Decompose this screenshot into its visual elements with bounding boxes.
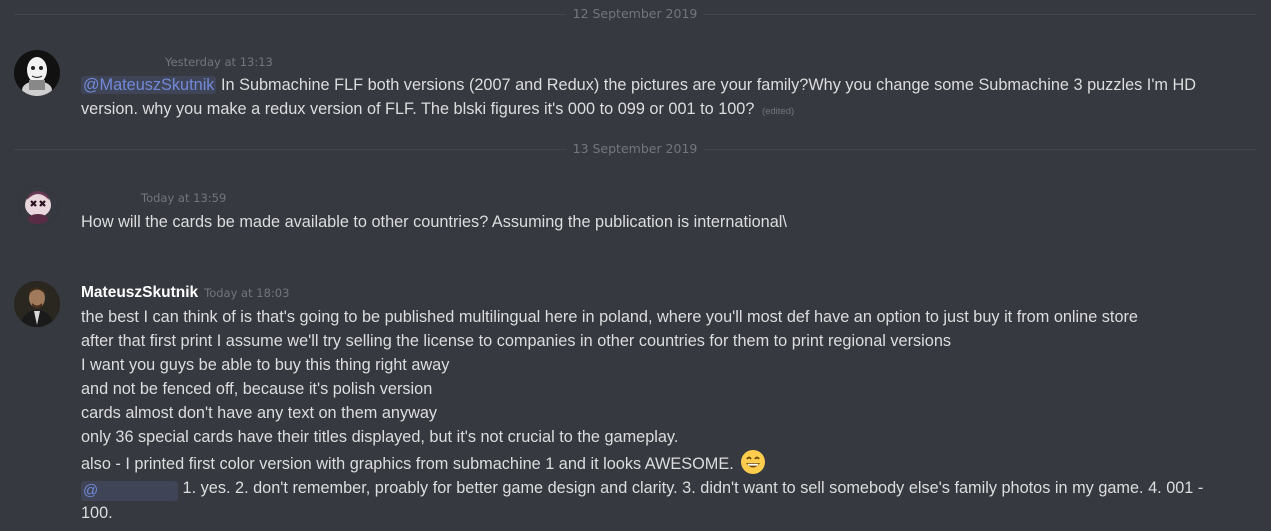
avatar-image [18, 186, 58, 226]
message-timestamp[interactable]: Today at 13:59 [141, 191, 226, 205]
avatar-image [14, 281, 60, 327]
message-content: @MateuszSkutnik In Submachine FLF both v… [81, 73, 1251, 124]
message-text: In Submachine FLF both versions (2007 an… [220, 76, 1197, 94]
message-text: and not be fenced off, because it's poli… [81, 380, 433, 398]
message-text: I want you guys be able to buy this thin… [81, 356, 450, 374]
date-divider: 13 September 2019 [14, 141, 1256, 157]
chat-messages: 12 September 2019 Yesterday at 13:13 @Ma… [0, 0, 1271, 531]
message-text: version. why you make a redux version of… [81, 100, 755, 118]
message-content: How will the cards be made available to … [81, 210, 1251, 234]
avatar-image [14, 50, 60, 96]
date-divider-label: 13 September 2019 [566, 141, 704, 157]
message-text: the best I can think of is that's going … [81, 308, 1138, 326]
user-mention[interactable]: @MateuszSkutnik [81, 76, 217, 94]
message-content: the best I can think of is that's going … [81, 305, 1251, 525]
author-name[interactable]: MateuszSkutnik [81, 284, 198, 302]
message-text: also - I printed first color version wit… [81, 455, 734, 473]
grinning-face-emoji[interactable] [740, 449, 766, 475]
message-text: 1. yes. 2. don't remember, proably for b… [182, 479, 1204, 497]
message-text: after that first print I assume we'll tr… [81, 332, 952, 350]
message-text: only 36 special cards have their titles … [81, 428, 679, 446]
user-mention[interactable]: @ [81, 481, 178, 501]
avatar[interactable] [14, 281, 60, 327]
edited-label[interactable]: (edited) [762, 106, 794, 117]
message-timestamp[interactable]: Today at 18:03 [204, 286, 289, 300]
message-text: How will the cards be made available to … [81, 213, 787, 231]
message-text: 100. [81, 504, 113, 522]
date-divider-label: 12 September 2019 [566, 6, 704, 22]
message-text: cards almost don't have any text on them… [81, 404, 438, 422]
date-divider: 12 September 2019 [14, 6, 1256, 22]
avatar[interactable] [14, 50, 60, 96]
message-timestamp[interactable]: Yesterday at 13:13 [165, 55, 273, 69]
avatar[interactable] [18, 186, 58, 226]
